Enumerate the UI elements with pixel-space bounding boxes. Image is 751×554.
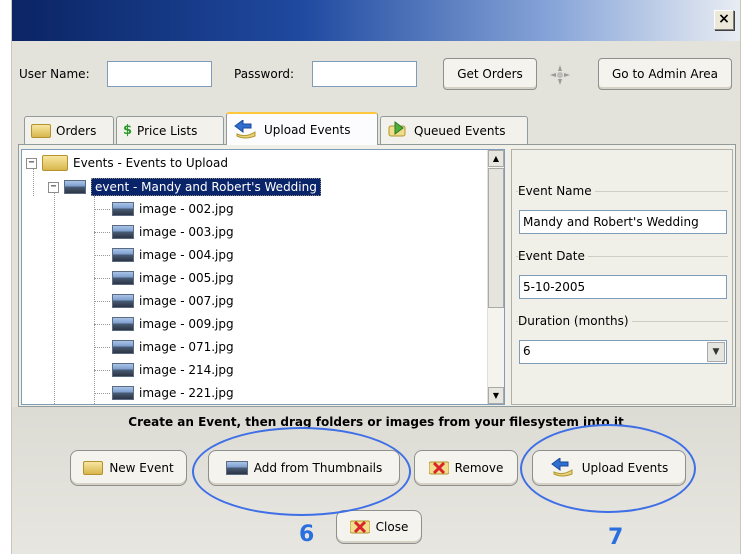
tab-orders[interactable]: Orders bbox=[24, 116, 114, 144]
tab-queued-events[interactable]: Queued Events bbox=[380, 116, 528, 144]
tree-scrollbar[interactable]: ▲ ▼ bbox=[487, 150, 504, 404]
callout-number-6: 6 bbox=[299, 522, 315, 547]
tree-image[interactable]: image - 009.jpg bbox=[112, 313, 234, 335]
tab-strip: Orders $ Price Lists Upload Events Queue… bbox=[12, 112, 740, 145]
admin-area-button[interactable]: Go to Admin Area bbox=[598, 58, 732, 90]
callout-circle-7 bbox=[520, 424, 696, 513]
get-orders-button[interactable]: Get Orders bbox=[443, 58, 537, 90]
photo-icon bbox=[112, 225, 134, 239]
tree-guide bbox=[94, 278, 110, 279]
tree-guide bbox=[94, 324, 110, 325]
photo-icon bbox=[112, 202, 134, 216]
username-input[interactable] bbox=[107, 61, 212, 87]
photo-icon bbox=[112, 363, 134, 377]
photo-icon bbox=[112, 248, 134, 262]
username-label: User Name: bbox=[19, 67, 90, 81]
collapse-icon[interactable]: − bbox=[26, 157, 37, 169]
event-properties: Event Name Event Date Duration (months) … bbox=[511, 149, 733, 405]
scroll-down-icon[interactable]: ▼ bbox=[488, 387, 504, 404]
refresh-icon[interactable] bbox=[549, 64, 571, 86]
collapse-icon[interactable]: − bbox=[48, 181, 59, 193]
new-event-button[interactable]: New Event bbox=[70, 450, 187, 486]
photo-icon bbox=[112, 271, 134, 285]
tree-event[interactable]: − event - Mandy and Robert's Wedding bbox=[48, 176, 321, 198]
tree-image[interactable]: image - 004.jpg bbox=[112, 244, 234, 266]
dropdown-arrow-icon[interactable]: ▼ bbox=[707, 342, 725, 362]
photo-icon bbox=[112, 294, 134, 308]
title-bar: × bbox=[12, 0, 740, 41]
upload-arrow-icon bbox=[233, 118, 259, 140]
tree-guide bbox=[94, 370, 110, 371]
scroll-up-icon[interactable]: ▲ bbox=[488, 150, 504, 167]
duration-label: Duration (months) bbox=[518, 314, 632, 328]
tab-price-lists[interactable]: $ Price Lists bbox=[116, 116, 224, 144]
dollar-icon: $ bbox=[123, 123, 133, 138]
remove-x-icon bbox=[428, 460, 450, 476]
callout-circle-6 bbox=[192, 427, 411, 516]
event-date-label: Event Date bbox=[518, 249, 588, 263]
photo-icon bbox=[112, 340, 134, 354]
queue-arrow-icon bbox=[387, 120, 409, 141]
folder-icon bbox=[42, 155, 68, 171]
tree-guide bbox=[94, 232, 110, 233]
event-date-input[interactable] bbox=[519, 275, 727, 299]
scroll-thumb[interactable] bbox=[488, 168, 504, 308]
photo-icon bbox=[112, 317, 134, 331]
tree-guide bbox=[94, 209, 110, 210]
tree-guide bbox=[94, 347, 110, 348]
tree-image[interactable]: image - 002.jpg bbox=[112, 198, 234, 220]
event-name-label: Event Name bbox=[518, 184, 595, 198]
remove-button[interactable]: Remove bbox=[414, 450, 518, 486]
tree-guide bbox=[94, 301, 110, 302]
event-tree[interactable]: − Events - Events to Upload − event - Ma… bbox=[21, 149, 505, 405]
tree-guide bbox=[54, 186, 55, 404]
tree-image[interactable]: image - 214.jpg bbox=[112, 359, 234, 381]
tree-image[interactable]: image - 071.jpg bbox=[112, 336, 234, 358]
folder-icon bbox=[31, 123, 51, 138]
tree-guide bbox=[94, 393, 110, 394]
login-row: User Name: Password: Get Orders Go to Ad… bbox=[12, 58, 740, 92]
close-x-icon bbox=[349, 519, 371, 535]
tree-image[interactable]: image - 005.jpg bbox=[112, 267, 234, 289]
tree-guide bbox=[94, 255, 110, 256]
tree-image[interactable]: image - 007.jpg bbox=[112, 290, 234, 312]
tree-image[interactable]: image - 003.jpg bbox=[112, 221, 234, 243]
event-name-input[interactable] bbox=[519, 210, 727, 234]
window-close-icon[interactable]: × bbox=[714, 10, 734, 30]
upload-window: × User Name: Password: Get Orders Go to … bbox=[11, 0, 741, 554]
photo-icon bbox=[112, 386, 134, 400]
tree-image[interactable]: image - 221.jpg bbox=[112, 382, 234, 404]
folder-icon bbox=[83, 461, 104, 475]
tree-root[interactable]: − Events - Events to Upload bbox=[26, 152, 228, 174]
password-label: Password: bbox=[234, 67, 295, 81]
duration-select[interactable]: 6 ▼ bbox=[519, 340, 727, 364]
callout-number-7: 7 bbox=[608, 525, 624, 550]
upload-panel: − Events - Events to Upload − event - Ma… bbox=[18, 144, 736, 407]
password-input[interactable] bbox=[312, 61, 417, 87]
photo-stack-icon bbox=[64, 180, 86, 194]
tab-upload-events[interactable]: Upload Events bbox=[226, 112, 378, 145]
close-button[interactable]: Close bbox=[336, 510, 422, 544]
